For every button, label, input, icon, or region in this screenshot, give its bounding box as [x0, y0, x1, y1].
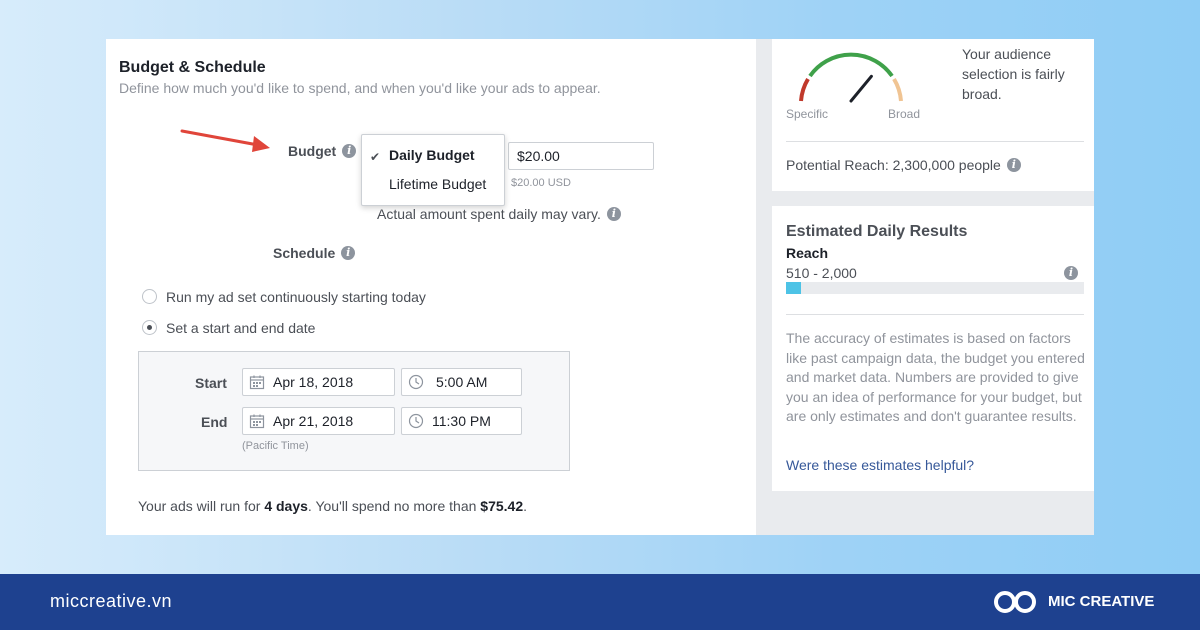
budget-note: Actual amount spent daily may vary.	[377, 206, 601, 222]
footer-bar: miccreative.vn MIC CREATIVE	[0, 574, 1200, 630]
schedule-summary: Your ads will run for 4 days. You'll spe…	[138, 498, 527, 514]
radio-start-end[interactable]	[142, 320, 157, 335]
schedule-label: Schedule	[273, 245, 336, 261]
end-date-input[interactable]: Apr 21, 2018	[242, 407, 395, 435]
reach-bar-track	[786, 282, 1084, 294]
info-icon[interactable]: i	[606, 207, 621, 221]
checkmark-icon: ✔	[370, 150, 381, 164]
date-range-box: Start Apr 18, 2018 5:00 AM End Apr 21, 2…	[138, 351, 570, 471]
radio-continuous-label[interactable]: Run my ad set continuously starting toda…	[166, 289, 426, 305]
radio-start-end-label[interactable]: Set a start and end date	[166, 320, 315, 336]
start-time-input[interactable]: 5:00 AM	[401, 368, 522, 396]
info-icon[interactable]: i	[341, 246, 356, 260]
gauge-right-label: Broad	[888, 107, 921, 121]
schedule-label-group: Schedule i	[273, 245, 356, 261]
mic-creative-logo-icon	[994, 591, 1036, 613]
start-label: Start	[195, 375, 227, 391]
start-date-input[interactable]: Apr 18, 2018	[242, 368, 395, 396]
gauge-left-label: Specific	[786, 107, 829, 121]
ads-manager-panel: Budget & Schedule Define how much you'd …	[106, 39, 1094, 535]
budget-amount-input[interactable]: $20.00	[508, 142, 654, 170]
audience-description: Your audience selection is fairly broad.	[962, 46, 1065, 102]
dropdown-option-lifetime-budget[interactable]: Lifetime Budget	[389, 176, 486, 192]
radio-continuous[interactable]	[142, 289, 157, 304]
summary-middle: . You'll spend no more than	[307, 498, 481, 514]
budget-type-dropdown[interactable]: ✔ Daily Budget Lifetime Budget	[361, 134, 505, 206]
summary-suffix: .	[523, 498, 527, 514]
estimates-disclaimer: The accuracy of estimates is based on fa…	[786, 330, 1085, 424]
timezone-note: (Pacific Time)	[242, 440, 309, 452]
audience-definition-card: Specific Broad Your audience selection i…	[772, 39, 1094, 191]
start-time-value: 5:00 AM	[436, 374, 488, 390]
estimates-feedback-link[interactable]: Were these estimates helpful?	[786, 457, 974, 473]
info-icon[interactable]: i	[342, 144, 357, 158]
estimated-results-card: Estimated Daily Results Reach 510 - 2,00…	[772, 206, 1094, 491]
divider	[786, 314, 1084, 315]
section-title: Budget & Schedule	[119, 59, 266, 76]
budget-amount-hint: $20.00 USD	[511, 177, 571, 189]
red-arrow-icon	[180, 129, 270, 152]
calendar-icon	[249, 414, 265, 429]
budget-label: Budget	[288, 143, 337, 159]
divider	[786, 141, 1084, 142]
clock-icon	[408, 413, 424, 429]
right-sidebar: Specific Broad Your audience selection i…	[756, 39, 1094, 535]
potential-reach: Potential Reach: 2,300,000 people	[786, 157, 1001, 173]
estimates-range: 510 - 2,000	[786, 265, 857, 281]
end-date-value: Apr 21, 2018	[273, 413, 354, 429]
audience-gauge	[799, 52, 903, 103]
summary-prefix: Your ads will run for	[138, 498, 265, 514]
clock-icon	[408, 374, 424, 390]
footer-brand: MIC CREATIVE	[1048, 593, 1155, 610]
reach-bar-fill	[786, 282, 801, 294]
budget-schedule-section: Budget & Schedule Define how much you'd …	[106, 39, 756, 535]
section-subtitle: Define how much you'd like to spend, and…	[119, 80, 601, 96]
budget-note-group: Actual amount spent daily may vary. i	[377, 206, 621, 222]
summary-days: 4 days	[264, 498, 308, 514]
end-time-input[interactable]: 11:30 PM	[401, 407, 522, 435]
calendar-icon	[249, 375, 265, 390]
dropdown-option-daily-budget[interactable]: Daily Budget	[389, 147, 475, 163]
end-label: End	[201, 414, 228, 430]
gauge-needle	[849, 74, 873, 103]
start-date-value: Apr 18, 2018	[273, 374, 354, 390]
estimates-title: Estimated Daily Results	[786, 223, 968, 240]
end-time-value: 11:30 PM	[432, 413, 491, 429]
budget-label-group: Budget i	[288, 143, 357, 159]
footer-url[interactable]: miccreative.vn	[50, 591, 172, 612]
estimates-metric: Reach	[786, 245, 829, 261]
summary-amount: $75.42	[480, 498, 524, 514]
info-icon[interactable]: i	[1006, 158, 1021, 172]
potential-reach-group: Potential Reach: 2,300,000 people i	[786, 155, 1021, 175]
info-icon[interactable]: i	[1064, 266, 1078, 280]
